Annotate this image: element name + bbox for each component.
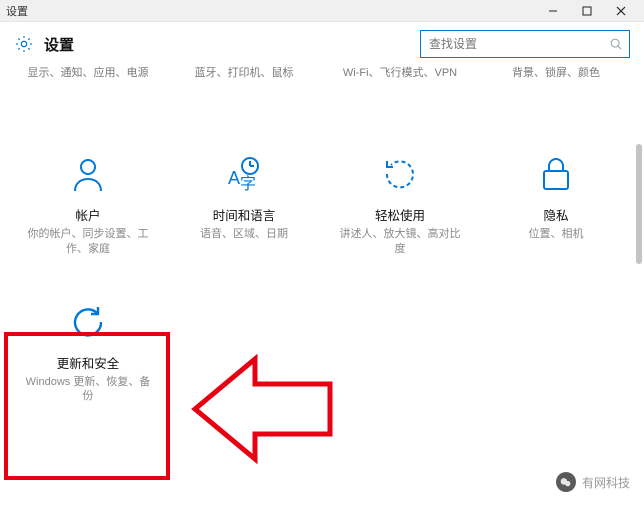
category-subtitle: 讲述人、放大镜、高对比度 xyxy=(335,227,465,257)
watermark-text: 有网科技 xyxy=(582,474,630,491)
category-subtitle: 位置、相机 xyxy=(529,227,584,242)
settings-window: 设置 设置 xyxy=(0,0,644,506)
watermark: 有网科技 xyxy=(556,472,630,492)
category-devices[interactable]: 蓝牙、打印机、鼠标 xyxy=(166,66,322,81)
close-icon xyxy=(616,6,626,16)
category-row-2: 帐户 你的帐户、同步设置、工作、家庭 A 字 时间和语言 语音、区域、日期 xyxy=(0,81,644,265)
category-subtitle: Wi-Fi、飞行模式、VPN xyxy=(322,66,478,81)
wechat-icon xyxy=(556,472,576,492)
page-title: 设置 xyxy=(44,34,74,55)
search-box[interactable] xyxy=(420,30,630,58)
svg-text:A: A xyxy=(228,168,240,188)
scrollbar[interactable] xyxy=(636,144,642,264)
privacy-icon xyxy=(533,151,579,197)
category-subtitle: 显示、通知、应用、电源 xyxy=(10,66,166,81)
header: 设置 xyxy=(0,22,644,64)
category-row-3: 更新和安全 Windows 更新、恢复、备份 xyxy=(0,289,644,413)
category-accounts[interactable]: 帐户 你的帐户、同步设置、工作、家庭 xyxy=(10,81,166,265)
maximize-button[interactable] xyxy=(570,0,604,22)
category-system[interactable]: 显示、通知、应用、电源 xyxy=(10,66,166,81)
category-ease-of-access[interactable]: 轻松使用 讲述人、放大镜、高对比度 xyxy=(322,81,478,265)
main-content: 显示、通知、应用、电源 蓝牙、打印机、鼠标 Wi-Fi、飞行模式、VPN 背景、… xyxy=(0,64,644,506)
category-subtitle: 蓝牙、打印机、鼠标 xyxy=(166,66,322,81)
category-time-language[interactable]: A 字 时间和语言 语音、区域、日期 xyxy=(166,81,322,265)
time-language-icon: A 字 xyxy=(221,151,267,197)
category-network[interactable]: Wi-Fi、飞行模式、VPN xyxy=(322,66,478,81)
gear-icon xyxy=(14,34,34,54)
category-privacy[interactable]: 隐私 位置、相机 xyxy=(478,81,634,265)
category-title: 时间和语言 xyxy=(213,205,276,224)
minimize-button[interactable] xyxy=(536,0,570,22)
accounts-icon xyxy=(65,151,111,197)
search-icon[interactable] xyxy=(603,31,629,57)
category-personalization[interactable]: 背景、锁屏、颜色 xyxy=(478,66,634,81)
ease-of-access-icon xyxy=(377,151,423,197)
category-row-1: 显示、通知、应用、电源 蓝牙、打印机、鼠标 Wi-Fi、飞行模式、VPN 背景、… xyxy=(0,66,644,81)
category-title: 更新和安全 xyxy=(57,353,120,372)
category-subtitle: Windows 更新、恢复、备份 xyxy=(23,375,153,405)
search-input[interactable] xyxy=(421,37,603,51)
category-title: 帐户 xyxy=(75,205,100,224)
close-button[interactable] xyxy=(604,0,638,22)
svg-text:字: 字 xyxy=(240,175,256,193)
minimize-icon xyxy=(548,6,558,16)
category-update-security[interactable]: 更新和安全 Windows 更新、恢复、备份 xyxy=(10,289,166,413)
window-title: 设置 xyxy=(6,3,28,19)
maximize-icon xyxy=(582,6,592,16)
category-subtitle: 语音、区域、日期 xyxy=(200,227,288,242)
category-subtitle: 你的帐户、同步设置、工作、家庭 xyxy=(23,227,153,257)
category-title: 轻松使用 xyxy=(375,205,425,224)
category-subtitle: 背景、锁屏、颜色 xyxy=(478,66,634,81)
titlebar: 设置 xyxy=(0,0,644,22)
category-title: 隐私 xyxy=(543,205,568,224)
update-security-icon xyxy=(65,299,111,345)
